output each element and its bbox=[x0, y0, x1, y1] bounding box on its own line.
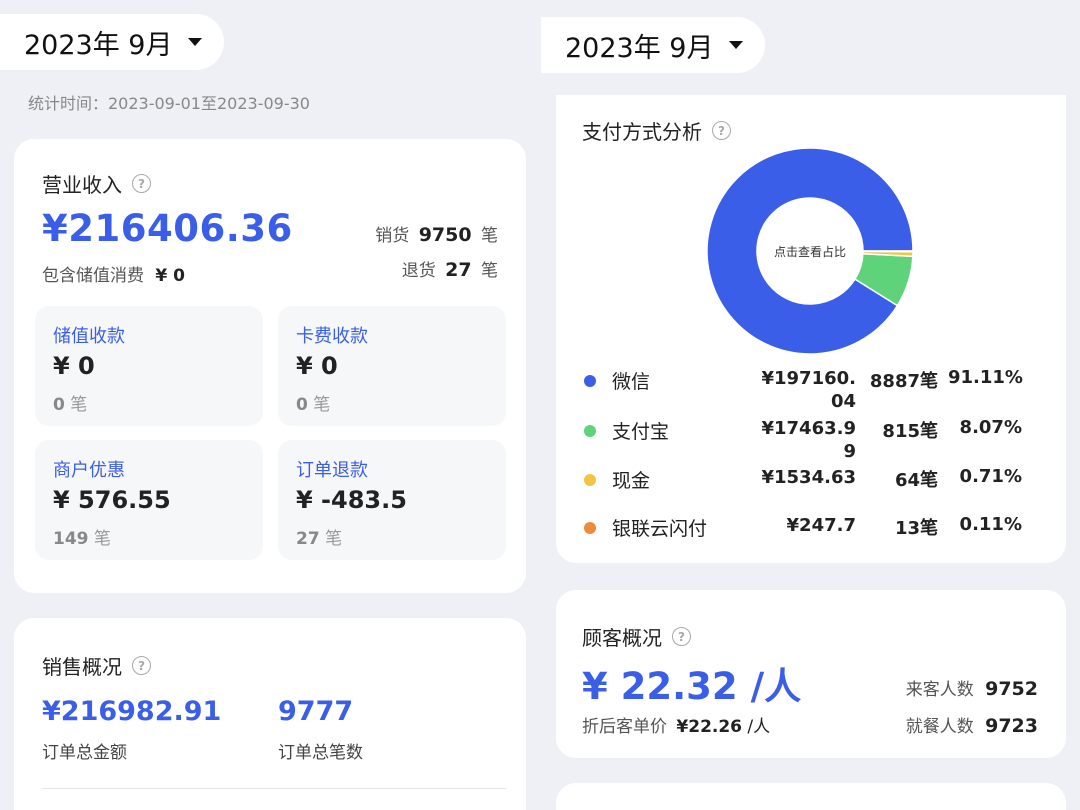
visitors-line: 来客人数 9752 bbox=[906, 675, 1038, 700]
card-fee-receipt-card[interactable]: 卡费收款 ¥ 0 0 笔 bbox=[278, 306, 506, 426]
payment-title: 支付方式分析 bbox=[582, 120, 702, 144]
after-discount-unit: /人 bbox=[747, 717, 771, 737]
avg-customer-price: ¥ 22.32 /人 bbox=[582, 665, 802, 708]
legend-count: 815笔 bbox=[882, 421, 938, 442]
legend-dot bbox=[584, 474, 596, 486]
sales-count: 9750 bbox=[418, 224, 472, 246]
month-label: 2023年 9月 bbox=[565, 32, 714, 64]
legend-amount: ¥17463.9 9 bbox=[761, 418, 856, 462]
stored-consumption: 包含储值消费 ¥ 0 bbox=[42, 261, 185, 286]
card-count: 0 笔 bbox=[53, 395, 88, 415]
sales-count-line: 销货 9750 笔 bbox=[375, 221, 498, 246]
card-count: 149 笔 bbox=[53, 529, 111, 549]
legend-amount: ¥197160. 04 bbox=[761, 368, 856, 412]
sales-overview-title: 销售概况 bbox=[42, 655, 122, 679]
revenue-card: 营业收入 ? ¥216406.36 包含储值消费 ¥ 0 销货 9750 笔 退… bbox=[14, 139, 526, 593]
chevron-down-icon bbox=[188, 38, 203, 46]
donut-slice-银联云闪付[interactable] bbox=[862, 250, 914, 253]
visitors-value: 9752 bbox=[985, 678, 1038, 700]
total-order-count-label: 订单总笔数 bbox=[278, 743, 363, 763]
card-value: ¥ 0 bbox=[296, 352, 338, 380]
help-icon[interactable]: ? bbox=[132, 656, 151, 675]
revenue-header: 营业收入 ? bbox=[42, 169, 151, 198]
legend-amount: ¥1534.63 bbox=[761, 467, 856, 488]
customer-header: 顾客概况 ? bbox=[582, 622, 691, 651]
divider bbox=[42, 788, 506, 789]
refund-count-line: 退货 27 笔 bbox=[402, 256, 498, 281]
legend-count: 64笔 bbox=[894, 470, 938, 491]
card-title: 储值收款 bbox=[53, 326, 125, 347]
sales-unit: 笔 bbox=[481, 226, 498, 246]
total-order-amount: ¥216982.91 bbox=[42, 696, 222, 727]
diners-line: 就餐人数 9723 bbox=[906, 712, 1038, 737]
next-card bbox=[556, 783, 1066, 810]
sales-overview-card: 销售概况 ? ¥216982.91 订单总金额 9777 订单总笔数 bbox=[14, 618, 526, 810]
payment-analysis-card: 支付方式分析 ? 点击查看占比 微信 ¥197160. 04 8887笔 91.1… bbox=[556, 95, 1066, 563]
legend-dot bbox=[584, 522, 596, 534]
after-discount-value: ¥22.26 bbox=[676, 717, 743, 737]
total-order-count: 9777 bbox=[278, 696, 354, 727]
legend-name: 支付宝 bbox=[612, 421, 670, 443]
customer-overview-card: 顾客概况 ? ¥ 22.32 /人 折后客单价 ¥22.26 /人 来客人数 9… bbox=[556, 590, 1066, 758]
legend-count: 8887笔 bbox=[869, 371, 938, 392]
legend-row-alipay[interactable]: 支付宝 ¥17463.9 9 815笔 8.07% bbox=[556, 417, 1066, 465]
help-icon[interactable]: ? bbox=[672, 627, 691, 646]
card-count: 0 笔 bbox=[296, 395, 331, 415]
legend-row-cash[interactable]: 现金 ¥1534.63 64笔 0.71% bbox=[556, 466, 1066, 514]
card-title: 商户优惠 bbox=[53, 460, 125, 481]
after-discount-price: 折后客单价 ¥22.26 /人 bbox=[582, 712, 770, 737]
stored-label: 包含储值消费 bbox=[42, 266, 144, 286]
card-value: ¥ 576.55 bbox=[53, 486, 171, 514]
refund-count: 27 bbox=[445, 259, 472, 281]
stored-value-receipt-card[interactable]: 储值收款 ¥ 0 0 笔 bbox=[35, 306, 263, 426]
sales-overview-header: 销售概况 ? bbox=[42, 651, 151, 680]
refund-label: 退货 bbox=[401, 261, 436, 281]
legend-dot bbox=[584, 425, 596, 437]
help-icon[interactable]: ? bbox=[132, 174, 151, 193]
legend-percent: 0.11% bbox=[959, 514, 1022, 535]
chevron-down-icon bbox=[729, 41, 744, 49]
card-value: ¥ -483.5 bbox=[296, 486, 407, 514]
legend-name: 银联云闪付 bbox=[612, 518, 708, 540]
legend-row-wechat[interactable]: 微信 ¥197160. 04 8887笔 91.11% bbox=[556, 367, 1066, 415]
revenue-amount: ¥216406.36 bbox=[42, 207, 293, 250]
after-discount-label: 折后客单价 bbox=[582, 717, 667, 737]
order-refund-card[interactable]: 订单退款 ¥ -483.5 27 笔 bbox=[278, 440, 506, 560]
payment-header: 支付方式分析 ? bbox=[582, 116, 731, 145]
visitors-label: 来客人数 bbox=[905, 680, 974, 700]
revenue-title: 营业收入 bbox=[42, 173, 122, 197]
legend-row-unionpay[interactable]: 银联云闪付 ¥247.7 13笔 0.11% bbox=[556, 514, 1066, 562]
customer-title: 顾客概况 bbox=[582, 626, 662, 650]
legend-percent: 0.71% bbox=[959, 466, 1022, 487]
month-picker-right[interactable]: 2023年 9月 bbox=[541, 17, 765, 73]
legend-name: 现金 bbox=[612, 470, 651, 492]
legend-percent: 8.07% bbox=[959, 417, 1022, 438]
diners-label: 就餐人数 bbox=[905, 717, 974, 737]
payment-donut-chart[interactable]: 点击查看占比 bbox=[702, 145, 918, 361]
month-label: 2023年 9月 bbox=[24, 29, 173, 61]
legend-percent: 91.11% bbox=[948, 367, 1023, 388]
help-icon[interactable]: ? bbox=[712, 121, 731, 140]
stored-value: ¥ 0 bbox=[155, 266, 185, 286]
card-title: 订单退款 bbox=[296, 460, 368, 481]
donut-center-label[interactable]: 点击查看占比 bbox=[774, 244, 846, 259]
merchant-discount-card[interactable]: 商户优惠 ¥ 576.55 149 笔 bbox=[35, 440, 263, 560]
diners-value: 9723 bbox=[985, 715, 1038, 737]
total-order-amount-label: 订单总金额 bbox=[42, 743, 127, 763]
legend-dot bbox=[584, 375, 596, 387]
card-value: ¥ 0 bbox=[53, 352, 95, 380]
refund-unit: 笔 bbox=[481, 261, 498, 281]
legend-count: 13笔 bbox=[894, 518, 938, 539]
statistics-period: 统计时间：2023-09-01至2023-09-30 bbox=[28, 94, 310, 113]
sales-label: 销货 bbox=[375, 226, 410, 246]
legend-name: 微信 bbox=[612, 371, 651, 393]
month-picker-left[interactable]: 2023年 9月 bbox=[0, 14, 224, 70]
card-title: 卡费收款 bbox=[296, 326, 368, 347]
card-count: 27 笔 bbox=[296, 529, 343, 549]
legend-amount: ¥247.7 bbox=[786, 515, 856, 536]
